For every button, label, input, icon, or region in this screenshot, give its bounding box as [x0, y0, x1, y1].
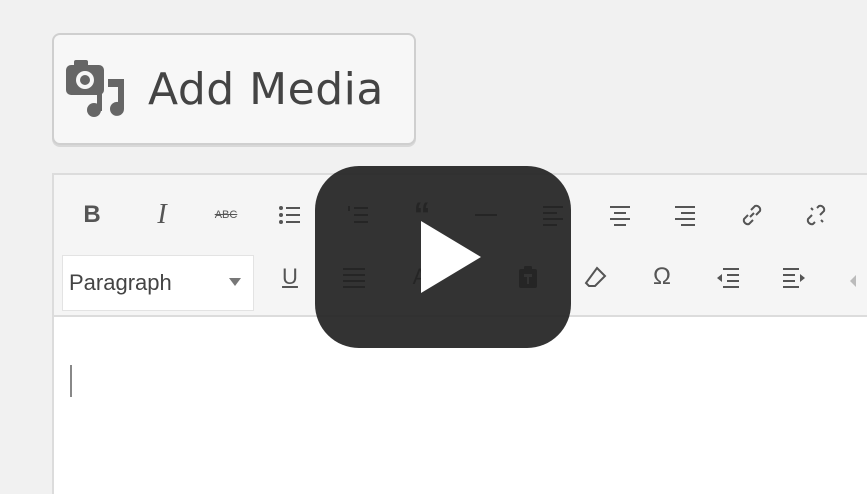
- clear-formatting-button[interactable]: [574, 255, 618, 299]
- video-play-button[interactable]: [315, 166, 571, 348]
- toolbar-scroll-arrow-icon[interactable]: [850, 275, 856, 287]
- align-center-button[interactable]: [598, 193, 642, 237]
- play-icon: [421, 221, 481, 293]
- strikethrough-button[interactable]: ABC: [204, 193, 248, 237]
- text-caret: [70, 365, 72, 397]
- insert-link-button[interactable]: [730, 193, 774, 237]
- omega-icon: Ω: [653, 263, 671, 290]
- italic-button[interactable]: I: [140, 193, 184, 237]
- strikethrough-icon: ABC: [214, 209, 238, 221]
- bullet-list-icon: [279, 206, 300, 224]
- chevron-down-icon: [229, 278, 241, 286]
- align-center-icon: [610, 206, 630, 226]
- remove-link-button[interactable]: [794, 193, 838, 237]
- outdent-icon: [717, 268, 739, 288]
- italic-icon: I: [157, 199, 167, 230]
- format-select[interactable]: Paragraph: [62, 255, 254, 311]
- link-icon: [742, 204, 762, 226]
- increase-indent-button[interactable]: [772, 255, 816, 299]
- underline-button[interactable]: U: [268, 255, 312, 299]
- underline-icon: U: [282, 264, 298, 289]
- align-right-icon: [675, 206, 695, 226]
- special-character-button[interactable]: Ω: [640, 255, 684, 299]
- add-media-button[interactable]: Add Media: [52, 33, 416, 145]
- format-select-value: Paragraph: [69, 270, 172, 295]
- unlink-icon: [806, 204, 826, 226]
- indent-icon: [783, 268, 805, 288]
- add-media-label: Add Media: [148, 63, 384, 115]
- bold-icon: B: [83, 201, 101, 228]
- bold-button[interactable]: B: [70, 193, 114, 237]
- bullet-list-button[interactable]: [268, 193, 312, 237]
- decrease-indent-button[interactable]: [706, 255, 750, 299]
- eraser-icon: [584, 266, 607, 287]
- camera-music-icon: [64, 57, 128, 121]
- align-right-button[interactable]: [662, 193, 706, 237]
